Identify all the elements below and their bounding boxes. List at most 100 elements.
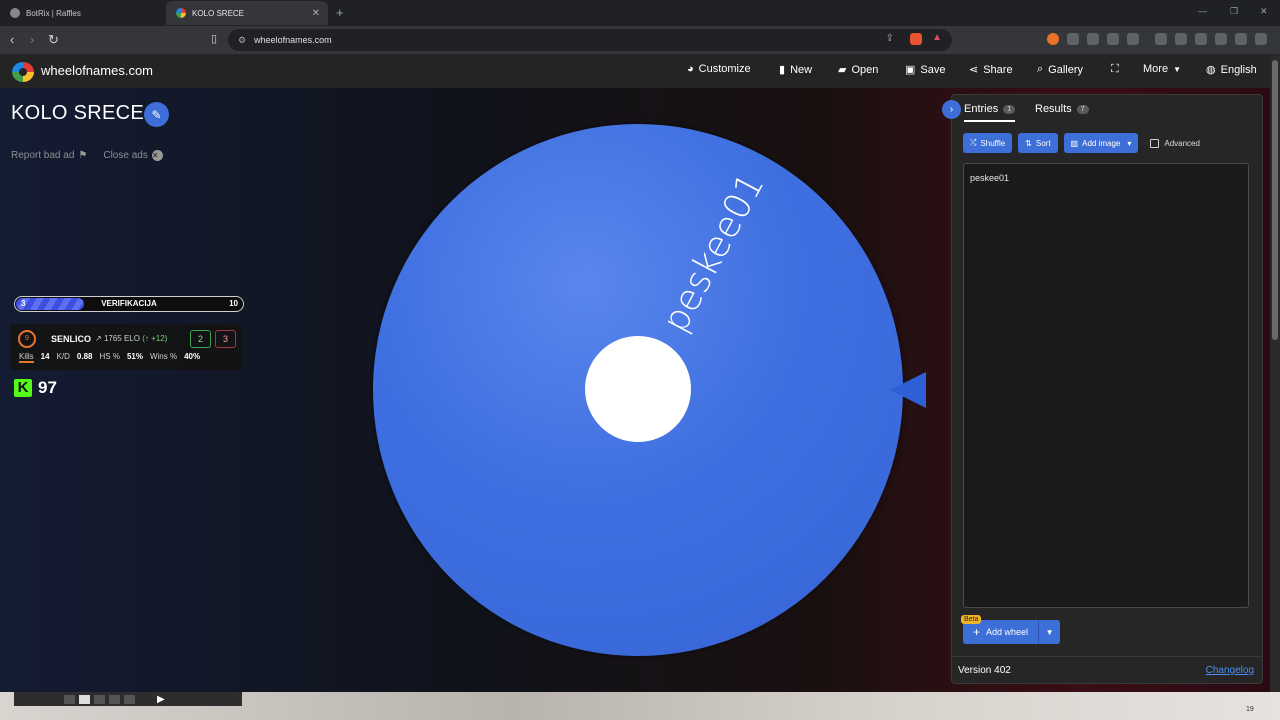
verification-progress-bar: 3 VERIFIKACIJA 10 (14, 296, 244, 312)
extension-icon[interactable] (1067, 33, 1079, 45)
gallery-button[interactable]: ⌕ Gallery (1037, 63, 1083, 76)
leo-icon[interactable] (1215, 33, 1227, 45)
page-scrollbar[interactable] (1270, 54, 1280, 692)
add-wheel-label: Add wheel (986, 627, 1029, 637)
browser-window: BotRix | Raffles KOLO SRECE ✕ + — ❐ ✕ ‹ … (0, 0, 1280, 720)
entries-textarea[interactable]: peskee01 (963, 163, 1249, 608)
back-icon[interactable]: ‹ (10, 32, 14, 47)
play-icon[interactable]: ▶ (157, 694, 165, 705)
stat-label: K/D (56, 352, 70, 361)
video-player-controls[interactable]: ▶ (14, 692, 242, 706)
navigation-bar: ‹ › ↻ ▯ ⚙ wheelofnames.com ⇪ ▲ (0, 26, 1280, 54)
spin-wheel[interactable]: peskee01 (373, 124, 903, 656)
share-icon: ⋖ (969, 64, 979, 76)
more-label: More (1143, 63, 1169, 75)
entries-panel: › Entries 1 Results 7 ⤮ Shuffle ⇅ Sort ▨… (942, 94, 1263, 684)
tab-strip: BotRix | Raffles KOLO SRECE ✕ + — ❐ ✕ (0, 0, 1280, 26)
add-image-button[interactable]: ▨ Add image ▾ (1063, 133, 1139, 153)
brave-rewards-icon[interactable]: ▲ (932, 32, 942, 43)
save-button[interactable]: ▣ Save (905, 63, 945, 77)
shuffle-label: Shuffle (980, 138, 1006, 148)
share-button[interactable]: ⋖ Share (969, 63, 1013, 77)
tab-results[interactable]: Results 7 (1035, 103, 1089, 115)
add-wheel-dropdown-button[interactable]: ▼ (1038, 620, 1061, 644)
new-button[interactable]: ▮ New (779, 63, 813, 77)
site-info-icon[interactable]: ⚙ (238, 35, 246, 46)
extension-icon[interactable] (1087, 33, 1099, 45)
stat-label: Kills (19, 352, 34, 363)
wins-box: 2 (190, 330, 211, 348)
advanced-checkbox[interactable]: Advanced (1150, 138, 1200, 148)
segment-label: peskee01 (654, 166, 773, 339)
more-button[interactable]: More ▼ (1143, 63, 1181, 75)
minimize-icon[interactable]: — (1198, 6, 1207, 16)
control-block (64, 694, 75, 704)
control-block (109, 694, 120, 704)
kick-logo-icon: K (14, 379, 32, 397)
scrollbar-thumb[interactable] (1272, 60, 1278, 340)
tab-entries[interactable]: Entries 1 (964, 103, 1016, 122)
stat-label: Wins % (149, 352, 178, 361)
report-ad-link[interactable]: Report bad ad ⚑ (11, 150, 87, 161)
close-ads-label: Close ads (103, 150, 148, 161)
collapse-panel-button[interactable]: › (942, 100, 961, 119)
puzzle-icon[interactable] (1107, 33, 1119, 45)
tab-title: BotRix | Raffles (26, 8, 81, 18)
brand-name[interactable]: wheelofnames.com (41, 63, 153, 78)
changelog-link[interactable]: Changelog (1206, 665, 1254, 676)
extension-icon[interactable] (1127, 33, 1139, 45)
add-image-label: Add image (1082, 138, 1121, 148)
bookmark-icon[interactable]: ▯ (211, 32, 217, 45)
stat-value: 51% (126, 352, 143, 361)
progress-target: 10 (229, 299, 238, 308)
tab-close-icon[interactable]: ✕ (312, 8, 320, 19)
language-button[interactable]: ◍ English (1206, 63, 1257, 77)
forward-icon[interactable]: › (30, 32, 34, 47)
menu-icon[interactable] (1255, 33, 1267, 45)
elo-value: ↗ 1765 ELO (↑ +12) (95, 334, 167, 343)
close-icon: ✕ (151, 150, 163, 161)
botrix-favicon-icon (10, 8, 20, 18)
sidebar-icon[interactable] (1175, 33, 1187, 45)
palette-icon: ◕ (687, 63, 694, 75)
new-tab-icon[interactable]: + (336, 5, 344, 20)
advanced-label: Advanced (1164, 138, 1200, 148)
brave-shield-icon[interactable] (910, 33, 922, 45)
window-close-icon[interactable]: ✕ (1260, 6, 1268, 17)
edit-title-button[interactable]: ✎ (144, 102, 169, 127)
elo-text: 1765 ELO (103, 334, 140, 343)
elo-delta: (↑ +12) (142, 334, 168, 343)
shuffle-button[interactable]: ⤮ Shuffle (963, 133, 1013, 153)
stat-label: HS % (99, 352, 120, 361)
customize-button[interactable]: ◕ Customize (687, 63, 751, 75)
gallery-label: Gallery (1048, 63, 1084, 76)
reload-icon[interactable]: ↻ (48, 32, 59, 48)
progress-label: VERIFIKACIJA (101, 299, 157, 308)
close-ads-link[interactable]: Close ads ✕ (103, 150, 163, 161)
extension-icon[interactable] (1047, 33, 1059, 45)
wallet-icon[interactable] (1195, 33, 1207, 45)
browser-tab-botrix[interactable]: BotRix | Raffles (0, 1, 165, 25)
search-icon: ⌕ (1037, 63, 1044, 75)
address-bar[interactable]: ⚙ wheelofnames.com ⇪ ▲ (228, 29, 952, 51)
flag-icon: ⚑ (78, 150, 88, 161)
sort-button[interactable]: ⇅ Sort (1018, 133, 1058, 153)
logo-icon[interactable] (12, 62, 34, 82)
share-page-icon[interactable]: ⇪ (886, 33, 894, 44)
stat-value: 40% (184, 352, 201, 361)
floppy-icon: ▣ (905, 64, 916, 76)
wheel-hub[interactable] (585, 336, 691, 442)
app-header: wheelofnames.com ◕ Customize ▮ New ▰ Ope… (0, 54, 1270, 88)
chevron-down-icon: ▼ (1173, 64, 1181, 74)
stat-value: 0.88 (76, 352, 93, 361)
vpn-icon[interactable] (1235, 33, 1247, 45)
music-icon[interactable] (1155, 33, 1167, 45)
open-button[interactable]: ▰ Open (838, 63, 878, 77)
stats-row: Kills 14 K/D 0.88 HS % 51% Wins % 40% (19, 352, 200, 363)
restore-icon[interactable]: ❐ (1230, 6, 1238, 17)
fullscreen-icon: ⛶ (1111, 63, 1119, 75)
fullscreen-button[interactable]: ⛶ (1111, 63, 1119, 76)
browser-tab-kolo-srece[interactable]: KOLO SRECE ✕ (166, 1, 328, 25)
wheelofnames-favicon-icon (176, 8, 186, 18)
new-label: New (790, 63, 813, 76)
